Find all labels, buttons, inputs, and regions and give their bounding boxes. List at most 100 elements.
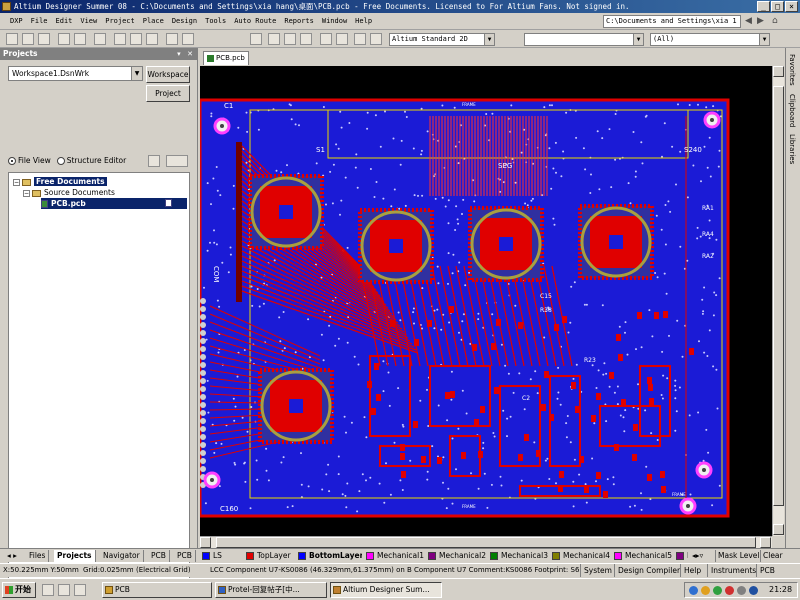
workspace-button[interactable]: Workspace <box>146 66 190 83</box>
tab-navigator[interactable]: Navigator <box>100 550 144 562</box>
taskbar-item-pcb[interactable]: PCB <box>102 582 212 598</box>
menu-item-reports[interactable]: Reports <box>284 15 314 28</box>
cross-probe-icon[interactable] <box>166 33 178 45</box>
pcb-drawing[interactable]: C1 C160 S1 SEG S240 COM C15 R38 R23 C2 RA1 RA4 RA2 FR… <box>200 66 784 536</box>
menu-item-design[interactable]: Design <box>172 15 197 28</box>
quicklaunch-desktop-icon[interactable] <box>58 584 70 596</box>
quicklaunch-media-icon[interactable] <box>74 584 86 596</box>
layer-tab-bottomlayer[interactable]: BottomLayer <box>296 550 362 562</box>
home-icon[interactable]: ⌂ <box>772 15 778 28</box>
menu-item-tools[interactable]: Tools <box>205 15 226 28</box>
file-view-radio[interactable]: File View <box>8 156 51 165</box>
qq-icon[interactable] <box>701 586 710 595</box>
start-button[interactable]: 开始 <box>2 582 36 598</box>
project-button[interactable]: Project <box>146 85 190 102</box>
layer-tab-mechanical3[interactable]: Mechanical3 <box>488 550 548 562</box>
layer-tab-ls[interactable]: LS <box>200 550 242 562</box>
options-icon[interactable] <box>166 155 188 167</box>
collapse-icon[interactable]: − <box>13 178 20 186</box>
path-box[interactable]: C:\Documents and Settings\xia 1 <box>603 15 741 28</box>
print-icon[interactable] <box>58 33 70 45</box>
taskbar-item-browser[interactable]: Protel-回复帖子[中... <box>215 582 327 598</box>
horizontal-scrollbar[interactable] <box>200 536 772 548</box>
design-compiler-button[interactable]: Design Compiler <box>614 564 683 577</box>
view-mode-select[interactable]: Altium Standard 2D ▼ <box>389 33 495 46</box>
refresh-icon[interactable] <box>148 155 160 167</box>
class-select[interactable]: ▼ <box>524 33 644 46</box>
menu-item-window[interactable]: Window <box>322 15 347 28</box>
highlight-icon[interactable] <box>182 33 194 45</box>
menu-item-auto-route[interactable]: Auto Route <box>234 15 276 28</box>
tab-files[interactable]: Files <box>26 550 50 562</box>
layer-scroll-icon[interactable]: ◂▸▿ <box>690 550 703 562</box>
box-select-icon[interactable] <box>250 33 262 45</box>
filter-select[interactable]: (All) ▼ <box>650 33 770 46</box>
tree-item-free-documents[interactable]: − Free Documents <box>13 176 107 187</box>
back-arrow-icon[interactable]: ◀ <box>745 15 752 28</box>
undo-icon[interactable] <box>320 33 332 45</box>
tab-pcb-2[interactable]: PCB <box>174 550 196 562</box>
antivirus-icon[interactable] <box>713 586 722 595</box>
help-icon[interactable] <box>354 33 366 45</box>
layer-tab-m[interactable]: M <box>674 550 688 562</box>
workspace-select[interactable]: Workspace1.DsnWrk ▼ <box>8 66 143 81</box>
update-icon[interactable] <box>725 586 734 595</box>
horizontal-scroll-thumb[interactable] <box>216 537 756 548</box>
tab-projects[interactable]: Projects <box>54 550 96 562</box>
tab-pcb[interactable]: PCB <box>148 550 170 562</box>
structure-editor-radio[interactable]: Structure Editor <box>56 156 126 165</box>
clear-icon[interactable] <box>300 33 312 45</box>
open-icon[interactable] <box>22 33 34 45</box>
vertical-scroll-thumb[interactable] <box>773 86 784 506</box>
menu-item-help[interactable]: Help <box>355 15 372 28</box>
layer-tab-mechanical2[interactable]: Mechanical2 <box>426 550 486 562</box>
redo-icon[interactable] <box>336 33 348 45</box>
close-button[interactable]: × <box>785 1 798 12</box>
taskbar-item-altium[interactable]: Altium Designer Sum... <box>330 582 442 598</box>
vertical-scrollbar[interactable] <box>772 66 784 536</box>
layer-tab-mechanical1[interactable]: Mechanical1 <box>364 550 424 562</box>
libraries-tab[interactable]: Libraries <box>788 134 796 164</box>
tab-scroll-icon[interactable]: ◂ ▸ <box>4 550 20 562</box>
scroll-left-button[interactable] <box>200 537 211 548</box>
tree-item-pcb-file[interactable]: PCB.pcb <box>41 198 187 209</box>
zoom-fit-icon[interactable] <box>94 33 106 45</box>
ime-icon[interactable] <box>749 586 758 595</box>
layer-tab-mechanical4[interactable]: Mechanical4 <box>550 550 610 562</box>
move-selection-icon[interactable] <box>284 33 296 45</box>
tree-item-source-documents[interactable]: − Source Documents <box>23 187 115 198</box>
pcb-canvas[interactable]: C1 C160 S1 SEG S240 COM C15 R38 R23 C2 RA1 RA4 RA2 FR… <box>200 66 784 536</box>
instruments-button[interactable]: Instruments <box>707 564 759 577</box>
help-button[interactable]: Help <box>680 564 704 577</box>
maximize-button[interactable]: □ <box>771 1 784 12</box>
pcb-panel-button[interactable]: PCB <box>756 564 778 577</box>
document-tab[interactable]: PCB.pcb <box>203 51 249 65</box>
cross-icon[interactable] <box>268 33 280 45</box>
move-icon[interactable] <box>146 33 158 45</box>
scroll-up-button[interactable] <box>773 66 784 77</box>
volume-icon[interactable] <box>737 586 746 595</box>
system-button[interactable]: System <box>580 564 615 577</box>
panel-controls[interactable]: ▾ ✕ <box>177 48 195 60</box>
new-icon[interactable] <box>6 33 18 45</box>
layer-tab-toplayer[interactable]: TopLayer <box>244 550 294 562</box>
quicklaunch-ie-icon[interactable] <box>42 584 54 596</box>
scroll-down-button[interactable] <box>773 524 784 535</box>
clipboard-tab[interactable]: Clipboard <box>788 94 796 127</box>
zoom-icon[interactable] <box>74 33 86 45</box>
collapse-icon[interactable]: − <box>23 189 30 197</box>
forward-arrow-icon[interactable]: ▶ <box>757 15 764 28</box>
layer-tab-mechanical5[interactable]: Mechanical5 <box>612 550 672 562</box>
menu-item-view[interactable]: View <box>80 15 97 28</box>
save-icon[interactable] <box>38 33 50 45</box>
clear-button[interactable]: Clear <box>760 550 785 562</box>
mask-level-button[interactable]: Mask Level <box>715 550 762 562</box>
minimize-button[interactable]: _ <box>757 1 770 12</box>
view-config-icon[interactable] <box>370 33 382 45</box>
scroll-right-button[interactable] <box>760 537 771 548</box>
menu-item-edit[interactable]: Edit <box>56 15 73 28</box>
menu-item-place[interactable]: Place <box>143 15 164 28</box>
menu-item-project[interactable]: Project <box>105 15 135 28</box>
favorites-tab[interactable]: Favorites <box>788 54 796 86</box>
select-icon[interactable] <box>114 33 126 45</box>
